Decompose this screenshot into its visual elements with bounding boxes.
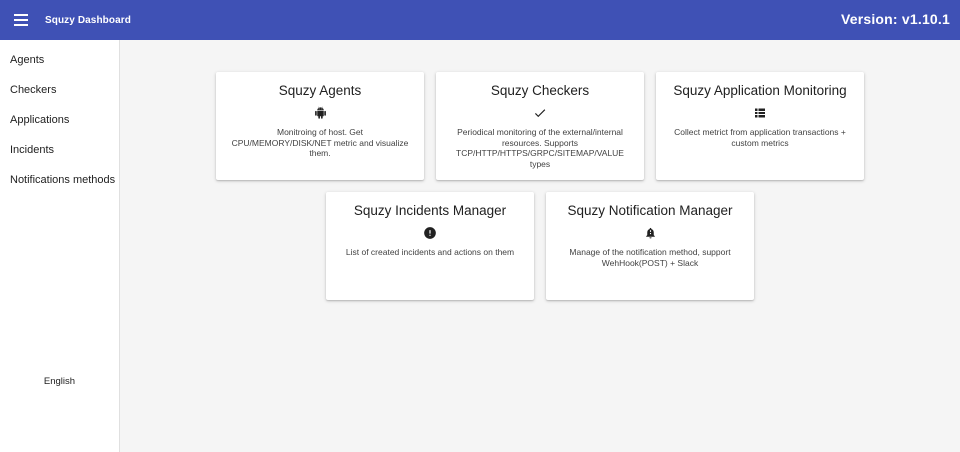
sidebar: Agents Checkers Applications Incidents N…	[0, 40, 120, 452]
sidebar-item-checkers[interactable]: Checkers	[0, 75, 119, 105]
card-title: Squzy Notification Manager	[567, 203, 733, 218]
version-label: Version: v1.10.1	[840, 11, 950, 27]
card-agents[interactable]: Squzy Agents Monitroing of host. Get CPU…	[216, 72, 424, 180]
card-title: Squzy Checkers	[490, 83, 590, 98]
app-bar: Squzy Dashboard Version: v1.10.1	[0, 0, 960, 40]
card-checkers[interactable]: Squzy Checkers Periodical monitoring of …	[436, 72, 644, 180]
sidebar-item-notifications-methods[interactable]: Notifications methods	[0, 165, 119, 195]
card-notification-manager[interactable]: Squzy Notification Manager Manage of the…	[546, 192, 754, 300]
card-title: Squzy Application Monitoring	[673, 83, 847, 98]
check-icon	[436, 106, 644, 120]
card-description: Monitroing of host. Get CPU/MEMORY/DISK/…	[231, 127, 409, 158]
app-title: Squzy Dashboard	[45, 14, 131, 26]
card-incidents-manager[interactable]: Squzy Incidents Manager List of created …	[326, 192, 534, 300]
menu-icon[interactable]	[14, 0, 36, 40]
sidebar-item-applications[interactable]: Applications	[0, 105, 119, 135]
card-description: Collect metrict from application transac…	[674, 127, 846, 148]
card-title: Squzy Incidents Manager	[353, 203, 507, 218]
sidebar-item-incidents[interactable]: Incidents	[0, 135, 119, 165]
card-application-monitoring[interactable]: Squzy Application Monitoring Collect met…	[656, 72, 864, 180]
card-title: Squzy Agents	[278, 83, 362, 98]
android-icon	[216, 106, 424, 120]
error-icon	[326, 226, 534, 240]
card-description: List of created incidents and actions on…	[345, 247, 515, 257]
list-icon	[656, 106, 864, 120]
language-selector[interactable]: English	[0, 376, 119, 387]
notification-bell-icon	[546, 226, 754, 240]
card-description: Periodical monitoring of the external/in…	[456, 127, 624, 169]
sidebar-item-agents[interactable]: Agents	[0, 45, 119, 75]
card-description: Manage of the notification method, suppo…	[569, 247, 731, 268]
